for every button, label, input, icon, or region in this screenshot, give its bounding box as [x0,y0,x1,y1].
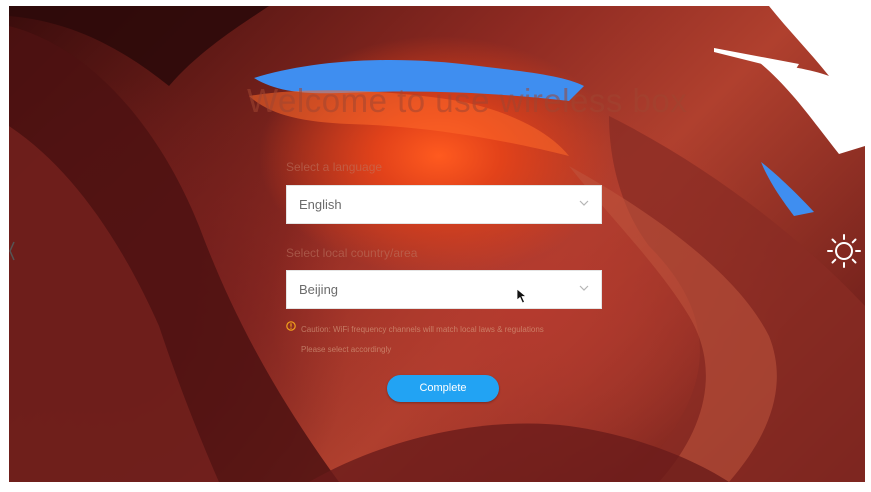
caution-text: Caution: WiFi frequency channels will ma… [301,320,544,360]
complete-button[interactable]: Complete [387,375,499,402]
chevron-down-icon [579,200,589,206]
edge-handle-icon[interactable] [9,240,15,262]
region-value: Beijing [299,282,339,297]
page-title: Welcome to use wireless box [247,82,688,119]
caution-line-1: Caution: WiFi frequency channels will ma… [301,325,544,334]
sky-right [761,162,814,216]
warning-circle-icon [286,321,296,331]
language-label: Select a language [286,160,383,174]
language-select[interactable]: English [286,185,602,224]
language-value: English [299,197,342,212]
mouse-pointer-icon [516,288,528,304]
chevron-down-icon [579,285,589,291]
wallpaper-screen: Welcome to use wireless box Select a lan… [9,6,865,482]
region-select[interactable]: Beijing [286,270,602,309]
caution-line-2: Please select accordingly [301,345,392,354]
canyon-wallpaper [9,6,865,482]
rock-bottom [309,423,729,482]
region-label: Select local country/area [286,246,418,260]
white-wedge [754,6,865,154]
sun-icon[interactable] [826,233,862,269]
white-streak [714,48,799,72]
